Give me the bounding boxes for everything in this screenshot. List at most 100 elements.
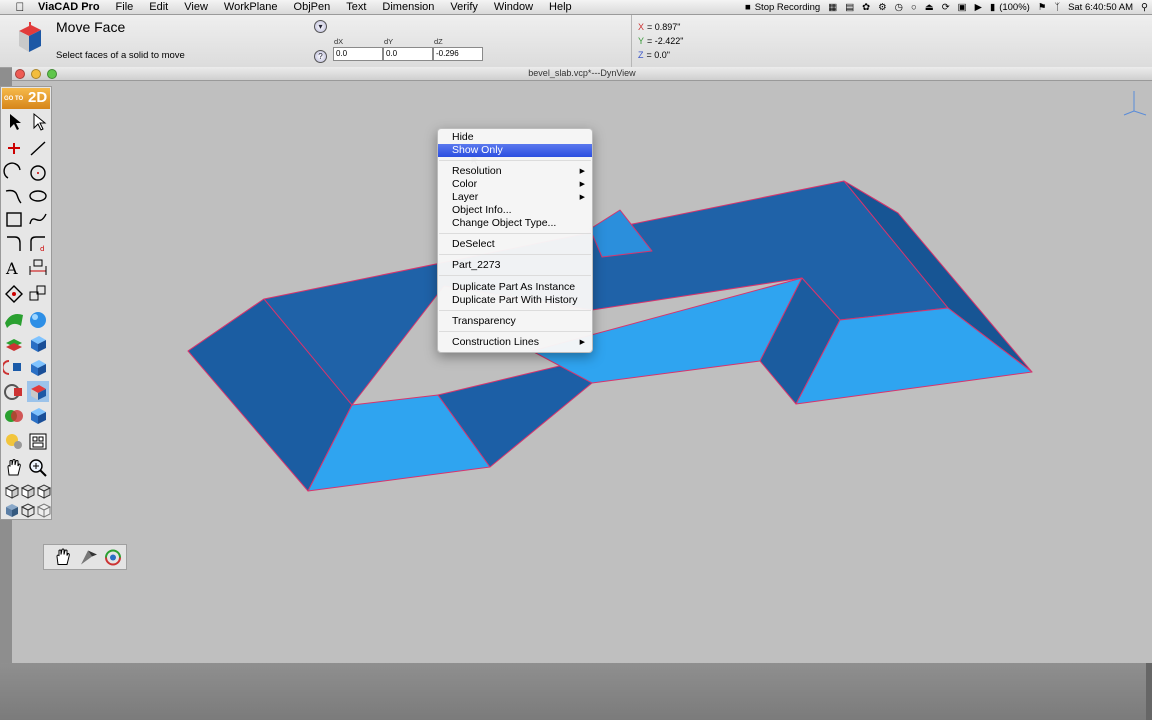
menu-item-object-info[interactable]: Object Info...	[438, 204, 592, 217]
menu-file[interactable]: File	[108, 0, 142, 14]
close-window-icon[interactable]	[15, 69, 25, 79]
workplane-tool-icon[interactable]	[3, 283, 25, 304]
submenu-arrow-icon: ▶	[579, 168, 585, 175]
desktop-background	[0, 663, 1152, 720]
menu-separator	[439, 254, 591, 255]
tool-hint: Select faces of a solid to move	[56, 50, 185, 61]
dimension-tool-icon[interactable]	[27, 257, 49, 278]
fillet-tool-icon[interactable]	[3, 233, 25, 254]
spline-tool-icon[interactable]	[27, 209, 49, 230]
sweep-tool-icon[interactable]	[3, 381, 25, 402]
dy-input[interactable]	[383, 47, 433, 61]
extrude-tool-icon[interactable]	[3, 333, 25, 354]
circle-tool-icon[interactable]	[27, 162, 49, 183]
menu-view[interactable]: View	[176, 0, 216, 14]
arc-tool-icon[interactable]	[3, 162, 25, 183]
menu-item-transparency[interactable]: Transparency	[438, 315, 592, 328]
context-menu: Hide Show Only Resolution ▶ Color ▶ Layer ▶…	[437, 128, 593, 353]
menu-verify[interactable]: Verify	[442, 0, 486, 14]
layout-tool-icon[interactable]	[27, 431, 49, 452]
zoom-window-icon[interactable]	[47, 69, 57, 79]
render-tool-icon[interactable]	[3, 431, 25, 452]
time-machine-icon[interactable]: ◷	[895, 2, 903, 13]
spotlight-search-icon[interactable]: ⚲	[1141, 2, 1148, 13]
move-face-tool-icon-palette[interactable]	[27, 381, 49, 402]
menu-item-show-only[interactable]: Show Only	[438, 144, 592, 157]
submenu-arrow-icon: ▶	[579, 181, 585, 188]
view-mini-palette	[43, 544, 127, 570]
trim-tool-icon[interactable]: d	[27, 233, 49, 254]
battery-percent: (100%)	[999, 1, 1030, 13]
menu-window[interactable]: Window	[486, 0, 541, 14]
menu-help[interactable]: Help	[541, 0, 580, 14]
menu-app[interactable]: ViaCAD Pro	[28, 0, 108, 14]
menu-separator	[439, 233, 591, 234]
eject-icon[interactable]: ⏏	[925, 2, 934, 13]
view-iso-right-icon[interactable]	[33, 481, 55, 502]
shell-tool-icon[interactable]	[27, 357, 49, 378]
menu-item-hide[interactable]: Hide	[438, 131, 592, 144]
boolean-tool-icon[interactable]	[3, 405, 25, 426]
curve-tool-icon[interactable]	[3, 185, 25, 206]
menu-item-part-name[interactable]: Part_2273	[438, 259, 592, 272]
window-title[interactable]: bevel_slab.vcp*---DynView	[12, 67, 1152, 81]
apple-menu-icon[interactable]: 	[12, 0, 28, 14]
select-subobject-icon[interactable]	[27, 111, 49, 132]
calendar-icon[interactable]: ▦	[828, 2, 837, 13]
point-tool-icon[interactable]	[3, 138, 25, 159]
pan-hand-icon-mini[interactable]	[52, 546, 74, 568]
menu-item-duplicate-instance[interactable]: Duplicate Part As Instance	[438, 281, 592, 294]
zoom-magnifier-icon[interactable]	[27, 457, 49, 478]
battery-icon[interactable]: ▮	[990, 2, 995, 13]
orbit-rotate-icon[interactable]	[102, 546, 124, 568]
menu-workplane[interactable]: WorkPlane	[216, 0, 286, 14]
menu-item-resolution[interactable]: Resolution ▶	[438, 165, 592, 178]
cloud-icon[interactable]: ○	[911, 2, 917, 13]
rectangle-tool-icon[interactable]	[3, 209, 25, 230]
gear-icon[interactable]: ⚙	[878, 2, 887, 13]
menu-item-duplicate-history[interactable]: Duplicate Part With History	[438, 294, 592, 307]
transform-tool-icon[interactable]	[27, 283, 49, 304]
menu-clock[interactable]: Sat 6:40:50 AM	[1068, 2, 1133, 13]
notes-icon[interactable]: ▤	[845, 2, 854, 13]
surface-tool-icon[interactable]	[3, 309, 25, 330]
menu-item-construction-lines[interactable]: Construction Lines ▶	[438, 336, 592, 349]
goto-2d-button[interactable]: GO TO 2D	[2, 88, 50, 109]
options-dropdown-icon[interactable]: ▾	[314, 20, 327, 33]
menu-item-change-object-type[interactable]: Change Object Type...	[438, 217, 592, 230]
solid-box-tool-icon[interactable]	[27, 333, 49, 354]
menu-item-deselect[interactable]: DeSelect	[438, 238, 592, 251]
dy-label: dY	[384, 37, 394, 46]
volume-icon[interactable]: ▶	[975, 2, 982, 13]
svg-text:d: d	[40, 245, 44, 253]
revolve-tool-icon[interactable]	[3, 357, 25, 378]
menu-objpen[interactable]: ObjPen	[286, 0, 339, 14]
stop-recording-icon[interactable]: ■	[745, 2, 751, 13]
coord-x: X = 0.897"	[638, 22, 681, 32]
menu-text[interactable]: Text	[338, 0, 374, 14]
paw-icon[interactable]: ✿	[862, 2, 870, 13]
text-tool-icon[interactable]: A	[3, 257, 25, 278]
flag-icon[interactable]: ⚑	[1038, 2, 1047, 13]
sync-icon[interactable]: ⟳	[942, 2, 950, 13]
dz-input[interactable]	[433, 47, 483, 61]
view-tilt-icon[interactable]	[78, 546, 100, 568]
pan-hand-icon[interactable]	[3, 457, 25, 478]
stop-recording-label[interactable]: Stop Recording	[755, 2, 820, 13]
ellipse-tool-icon[interactable]	[27, 185, 49, 206]
sphere-tool-icon[interactable]	[27, 309, 49, 330]
menu-edit[interactable]: Edit	[141, 0, 176, 14]
minimize-window-icon[interactable]	[31, 69, 41, 79]
goto-2d-small-label: GO TO	[4, 96, 24, 102]
display-icon[interactable]: ▣	[958, 2, 967, 13]
dx-input[interactable]	[333, 47, 383, 61]
bluetooth-icon[interactable]: ᛉ	[1054, 2, 1060, 13]
help-icon[interactable]: ?	[314, 50, 327, 63]
line-tool-icon[interactable]	[27, 138, 49, 159]
select-arrow-icon[interactable]	[3, 111, 25, 132]
hidden-line-view-icon[interactable]	[33, 500, 55, 521]
menu-item-color[interactable]: Color ▶	[438, 178, 592, 191]
solid-modify-tool-icon[interactable]	[27, 405, 49, 426]
menu-item-layer[interactable]: Layer ▶	[438, 191, 592, 204]
menu-dimension[interactable]: Dimension	[374, 0, 442, 14]
